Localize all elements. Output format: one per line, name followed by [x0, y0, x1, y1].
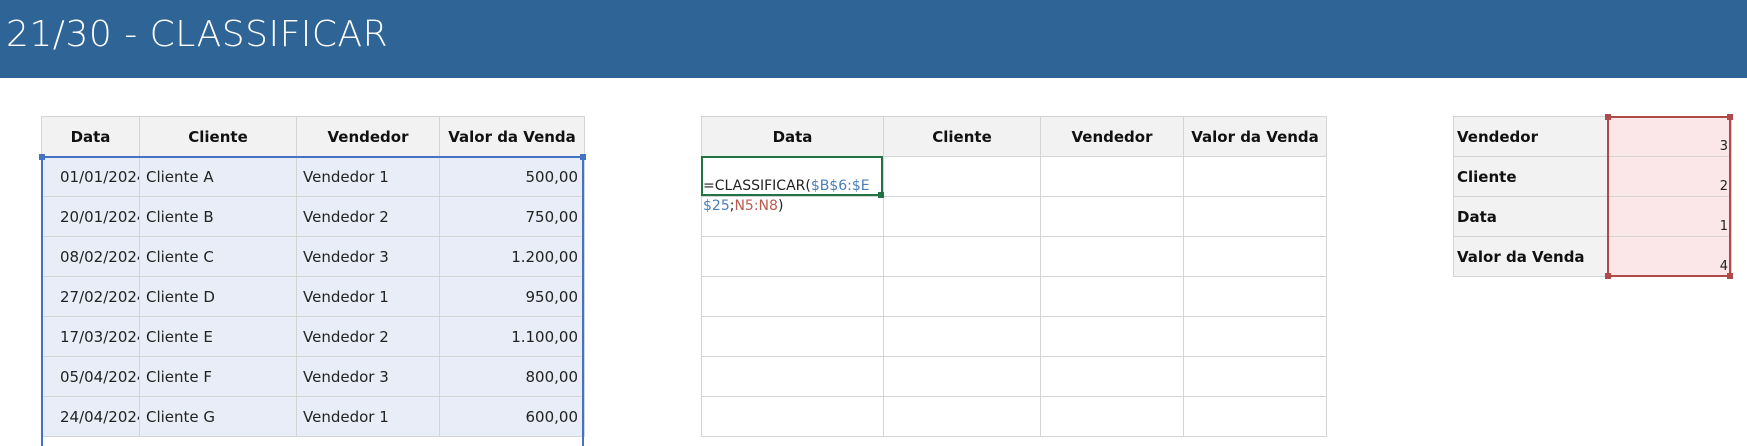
result-cell[interactable]: [701, 356, 884, 397]
formula-prefix: =CLASSIFICAR(: [703, 178, 811, 194]
formula-ref-start: $B$6:: [810, 178, 852, 194]
seller-cell[interactable]: Vendedor 1: [296, 396, 440, 437]
result-header-data[interactable]: Data: [701, 116, 884, 157]
result-cell[interactable]: [1040, 396, 1184, 437]
sort-order-table: Vendedor 3 Cliente 2 Data 1 Valor da Ven…: [1453, 116, 1732, 277]
result-cell[interactable]: [1183, 356, 1327, 397]
date-cell[interactable]: 05/04/2024: [41, 356, 140, 397]
source-table: Data Cliente Vendedor Valor da Venda 01/…: [41, 116, 585, 437]
page-title: 21/30 - CLASSIFICAR: [6, 14, 389, 55]
order-label[interactable]: Cliente: [1453, 156, 1608, 197]
date-cell[interactable]: 27/02/2024: [41, 276, 140, 317]
result-cell[interactable]: [1183, 396, 1327, 437]
date-cell[interactable]: 17/03/2024: [41, 316, 140, 357]
order-value[interactable]: 1: [1607, 196, 1732, 237]
result-cell[interactable]: [883, 316, 1041, 357]
result-cell[interactable]: [1183, 196, 1327, 237]
result-cell[interactable]: [1040, 316, 1184, 357]
result-cell[interactable]: [883, 156, 1041, 197]
order-label[interactable]: Vendedor: [1453, 116, 1608, 157]
result-header-cliente[interactable]: Cliente: [883, 116, 1041, 157]
result-cell[interactable]: [701, 276, 884, 317]
table-row: Data 1: [1453, 196, 1732, 237]
table-row: Valor da Venda 4: [1453, 236, 1732, 277]
source-header-row: Data Cliente Vendedor Valor da Venda: [41, 116, 585, 157]
table-row: 08/02/2024 Cliente C Vendedor 3 1.200,00: [41, 236, 585, 277]
result-cell[interactable]: [1040, 236, 1184, 277]
order-value[interactable]: 4: [1607, 236, 1732, 277]
result-cell[interactable]: [883, 196, 1041, 237]
result-cell[interactable]: [701, 396, 884, 437]
seller-cell[interactable]: Vendedor 3: [296, 356, 440, 397]
table-row: 27/02/2024 Cliente D Vendedor 1 950,00: [41, 276, 585, 317]
result-cell[interactable]: [883, 356, 1041, 397]
order-value[interactable]: 2: [1607, 156, 1732, 197]
result-cell[interactable]: [1183, 236, 1327, 277]
source-header-data[interactable]: Data: [41, 116, 140, 157]
result-header-valor[interactable]: Valor da Venda: [1183, 116, 1327, 157]
seller-cell[interactable]: Vendedor 2: [296, 196, 440, 237]
value-cell[interactable]: 500,00: [439, 156, 585, 197]
order-label[interactable]: Valor da Venda: [1453, 236, 1608, 277]
formula-suffix: ): [777, 198, 784, 214]
result-cell[interactable]: [1040, 196, 1184, 237]
client-cell[interactable]: Cliente E: [139, 316, 297, 357]
date-cell[interactable]: 20/01/2024: [41, 196, 140, 237]
client-cell[interactable]: Cliente G: [139, 396, 297, 437]
table-row: Cliente 2: [1453, 156, 1732, 197]
result-cell[interactable]: [1183, 156, 1327, 197]
result-cell[interactable]: [1183, 276, 1327, 317]
table-row: 17/03/2024 Cliente E Vendedor 2 1.100,00: [41, 316, 585, 357]
result-cell[interactable]: [1040, 356, 1184, 397]
date-cell[interactable]: 24/04/2024: [41, 396, 140, 437]
value-cell[interactable]: 1.200,00: [439, 236, 585, 277]
source-header-valor[interactable]: Valor da Venda: [439, 116, 585, 157]
value-cell[interactable]: 800,00: [439, 356, 585, 397]
table-row: 01/01/2024 Cliente A Vendedor 1 500,00: [41, 156, 585, 197]
client-cell[interactable]: Cliente F: [139, 356, 297, 397]
result-cell[interactable]: [701, 236, 884, 277]
value-cell[interactable]: 750,00: [439, 196, 585, 237]
seller-cell[interactable]: Vendedor 2: [296, 316, 440, 357]
table-row: 20/01/2024 Cliente B Vendedor 2 750,00: [41, 196, 585, 237]
formula-input[interactable]: =CLASSIFICAR($B$6:$E$25;N5:N8): [703, 176, 883, 216]
table-row: 05/04/2024 Cliente F Vendedor 3 800,00: [41, 356, 585, 397]
table-row: Vendedor 3: [1453, 116, 1732, 157]
client-cell[interactable]: Cliente A: [139, 156, 297, 197]
seller-cell[interactable]: Vendedor 3: [296, 236, 440, 277]
source-header-cliente[interactable]: Cliente: [139, 116, 297, 157]
title-bar: 21/30 - CLASSIFICAR: [0, 0, 1747, 78]
order-value[interactable]: 3: [1607, 116, 1732, 157]
date-cell[interactable]: 08/02/2024: [41, 236, 140, 277]
table-row: 24/04/2024 Cliente G Vendedor 1 600,00: [41, 396, 585, 437]
table-row: [701, 356, 1327, 397]
seller-cell[interactable]: Vendedor 1: [296, 156, 440, 197]
result-header-row: Data Cliente Vendedor Valor da Venda: [701, 116, 1327, 157]
result-cell[interactable]: [1040, 276, 1184, 317]
result-table: Data Cliente Vendedor Valor da Venda: [701, 116, 1327, 437]
value-cell[interactable]: 950,00: [439, 276, 585, 317]
date-cell[interactable]: 01/01/2024: [41, 156, 140, 197]
value-cell[interactable]: 600,00: [439, 396, 585, 437]
seller-cell[interactable]: Vendedor 1: [296, 276, 440, 317]
result-cell[interactable]: [883, 236, 1041, 277]
result-cell[interactable]: [883, 276, 1041, 317]
result-cell[interactable]: [1040, 156, 1184, 197]
source-header-vendedor[interactable]: Vendedor: [296, 116, 440, 157]
table-row: [701, 236, 1327, 277]
result-header-vendedor[interactable]: Vendedor: [1040, 116, 1184, 157]
result-cell[interactable]: [1183, 316, 1327, 357]
table-row: [701, 316, 1327, 357]
client-cell[interactable]: Cliente B: [139, 196, 297, 237]
formula-ref-order: N5:N8: [734, 198, 778, 214]
value-cell[interactable]: 1.100,00: [439, 316, 585, 357]
order-label[interactable]: Data: [1453, 196, 1608, 237]
table-row: [701, 276, 1327, 317]
client-cell[interactable]: Cliente D: [139, 276, 297, 317]
result-cell[interactable]: [701, 316, 884, 357]
result-cell[interactable]: [883, 396, 1041, 437]
table-row: [701, 396, 1327, 437]
client-cell[interactable]: Cliente C: [139, 236, 297, 277]
